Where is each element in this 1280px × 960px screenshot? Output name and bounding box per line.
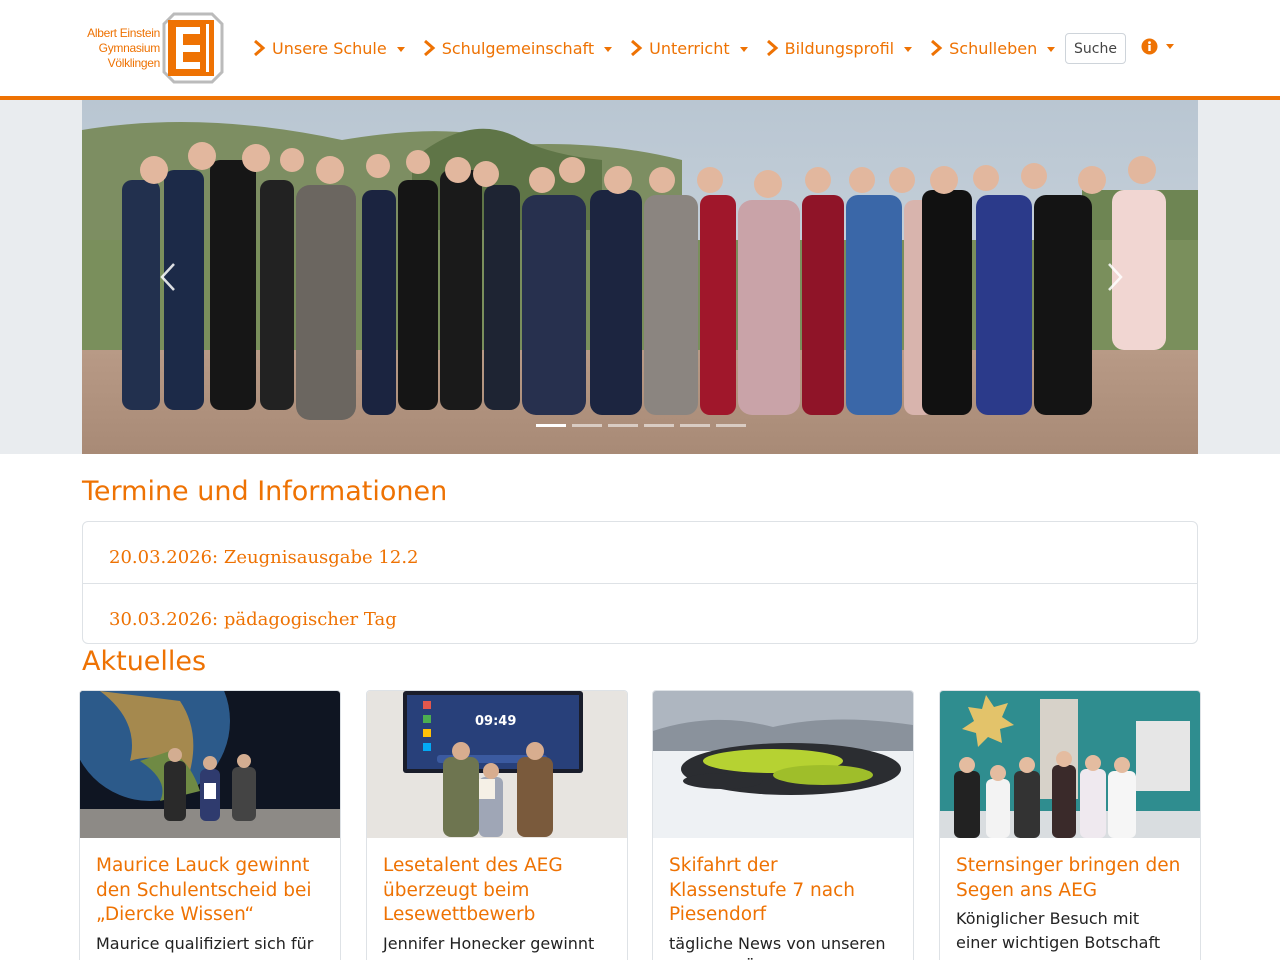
carousel-indicator[interactable] [608, 424, 638, 427]
termine-item[interactable]: 20.03.2026: Zeugnisausgabe 12.2 [83, 522, 1197, 583]
school-logo[interactable]: Albert Einstein Gymnasium Völklingen [80, 12, 224, 84]
nav-item-label: Schulleben [949, 38, 1038, 58]
caret-down-icon [904, 46, 913, 52]
nav-item-label: Unterricht [649, 38, 730, 58]
nav-item-schulleben[interactable]: Schulleben [929, 38, 1056, 58]
nav-item-label: Unsere Schule [272, 38, 387, 58]
carousel-indicators [536, 424, 746, 427]
carousel-indicator[interactable] [680, 424, 710, 427]
news-card[interactable]: Sternsinger bringen den Segen ans AEG Kö… [939, 690, 1201, 960]
carousel-indicator[interactable] [716, 424, 746, 427]
nav-item-label: Schulgemeinschaft [441, 38, 595, 58]
caret-down-icon [739, 46, 748, 52]
news-card-text: Königlicher Besuch mit einer wichtigen B… [956, 909, 1161, 952]
carousel-indicator[interactable] [572, 424, 602, 427]
news-card-title: Lesetalent des AEG überzeugt beim Lesewe… [383, 855, 563, 925]
caret-down-icon [396, 46, 405, 52]
carousel-slide-image [82, 100, 1198, 454]
nav-item-unterricht[interactable]: Unterricht [629, 39, 748, 58]
aktuelles-heading: Aktuelles [82, 646, 207, 677]
info-circle-icon [1141, 38, 1158, 55]
termine-item[interactable]: 30.03.2026: pädagogischer Tag [83, 583, 1197, 644]
navbar: Albert Einstein Gymnasium Völklingen Uns… [0, 0, 1280, 96]
chevron-right-icon [254, 39, 266, 57]
main-nav: Unsere Schule Schulgemeinschaft Unterric… [252, 33, 1072, 63]
news-card-title: Sternsinger bringen den Segen ans AEG [956, 855, 1181, 901]
carousel-next-icon[interactable] [1099, 260, 1129, 294]
nav-item-schulgemeinschaft[interactable]: Schulgemeinschaft [422, 38, 613, 58]
chevron-right-icon [766, 39, 778, 57]
caret-down-icon [1047, 46, 1056, 52]
nav-item-bildungsprofil[interactable]: Bildungsprofil [765, 39, 913, 58]
logo-line-3: Völklingen [107, 56, 161, 70]
chevron-right-icon [423, 39, 435, 57]
carousel-indicator[interactable] [536, 424, 566, 427]
news-card-image [80, 691, 340, 838]
caret-down-icon [1166, 44, 1174, 49]
search-button[interactable]: Suche [1065, 33, 1126, 64]
news-card-image [653, 691, 913, 838]
news-card-title: Maurice Lauck gewinnt den Schulentscheid… [96, 855, 312, 925]
nav-item-unsere-schule[interactable]: Unsere Schule [252, 39, 405, 58]
logo-e-mark-icon [162, 12, 224, 84]
logo-line-1: Albert Einstein [87, 26, 160, 40]
news-card-text: Jennifer Honecker gewinnt [383, 933, 595, 953]
news-card-image [940, 691, 1200, 838]
termine-list: 20.03.2026: Zeugnisausgabe 12.2 30.03.20… [82, 521, 1198, 644]
carousel-prev-icon[interactable] [154, 260, 184, 294]
chevron-right-icon [631, 39, 643, 57]
hero-carousel[interactable] [82, 100, 1198, 454]
termine-heading: Termine und Informationen [82, 476, 448, 507]
caret-down-icon [604, 46, 613, 52]
news-card-image: 09:49 [367, 691, 627, 838]
nav-item-label: Bildungsprofil [784, 38, 895, 58]
news-card-text: Maurice qualifiziert sich für [96, 933, 314, 953]
news-card[interactable]: 09:49 Lesetalent des AEG überzeugt beim … [366, 690, 628, 960]
carousel-indicator[interactable] [644, 424, 674, 427]
svg-text:09:49: 09:49 [475, 714, 516, 729]
news-card-title: Skifahrt der Klassenstufe 7 nach Piesend… [669, 855, 855, 925]
chevron-right-icon [931, 39, 943, 57]
logo-text: Albert Einstein Gymnasium Völklingen [80, 26, 160, 71]
logo-line-2: Gymnasium [98, 41, 161, 55]
news-card[interactable]: Skifahrt der Klassenstufe 7 nach Piesend… [652, 690, 914, 960]
news-card[interactable]: Maurice Lauck gewinnt den Schulentscheid… [79, 690, 341, 960]
info-dropdown[interactable] [1141, 38, 1174, 55]
news-card-text: tägliche News von unseren 7ern aus Öster… [669, 933, 886, 960]
